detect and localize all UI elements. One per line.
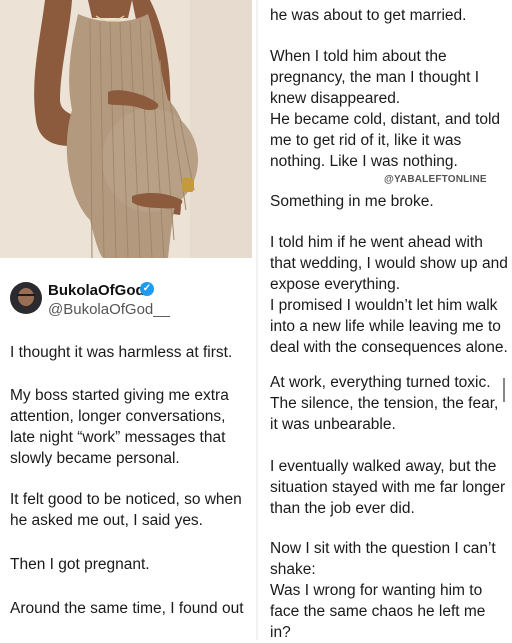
post-paragraph: At work, everything turned toxic. The si… — [270, 374, 499, 433]
avatar[interactable] — [10, 282, 42, 314]
post-paragraph: Around the same time, I found out — [10, 600, 244, 617]
post-paragraph: Then I got pregnant. — [10, 556, 150, 573]
right-column: he was about to get married. When I told… — [258, 0, 512, 641]
post-paragraph: My boss started giving me extra attentio… — [10, 387, 229, 467]
scrollbar[interactable] — [503, 378, 505, 402]
post-paragraph: he was about to get married. — [270, 7, 467, 24]
post-photo — [0, 0, 252, 258]
post-paragraph: Something in me broke. — [270, 193, 434, 210]
verified-badge-icon: ✓ — [140, 282, 154, 296]
post-paragraph: I told him if he went ahead with that we… — [270, 234, 508, 356]
display-name[interactable]: BukolaOfGod — [48, 282, 145, 299]
watermark: @YABALEFTONLINE — [384, 174, 487, 185]
post-paragraph: I eventually walked away, but the situat… — [270, 458, 506, 517]
post-paragraph: When I told him about the pregnancy, the… — [270, 48, 501, 170]
pregnant-woman-photo — [0, 0, 252, 258]
avatar-glasses — [17, 294, 35, 301]
post-paragraph: Now I sit with the question I can’t shak… — [270, 540, 496, 641]
user-handle[interactable]: @BukolaOfGod__ — [48, 301, 170, 318]
left-column: BukolaOfGod ✓ @BukolaOfGod__ I thought i… — [0, 258, 254, 640]
post-paragraph: I thought it was harmless at first. — [10, 344, 233, 361]
post-paragraph: It felt good to be noticed, so when he a… — [10, 491, 242, 529]
